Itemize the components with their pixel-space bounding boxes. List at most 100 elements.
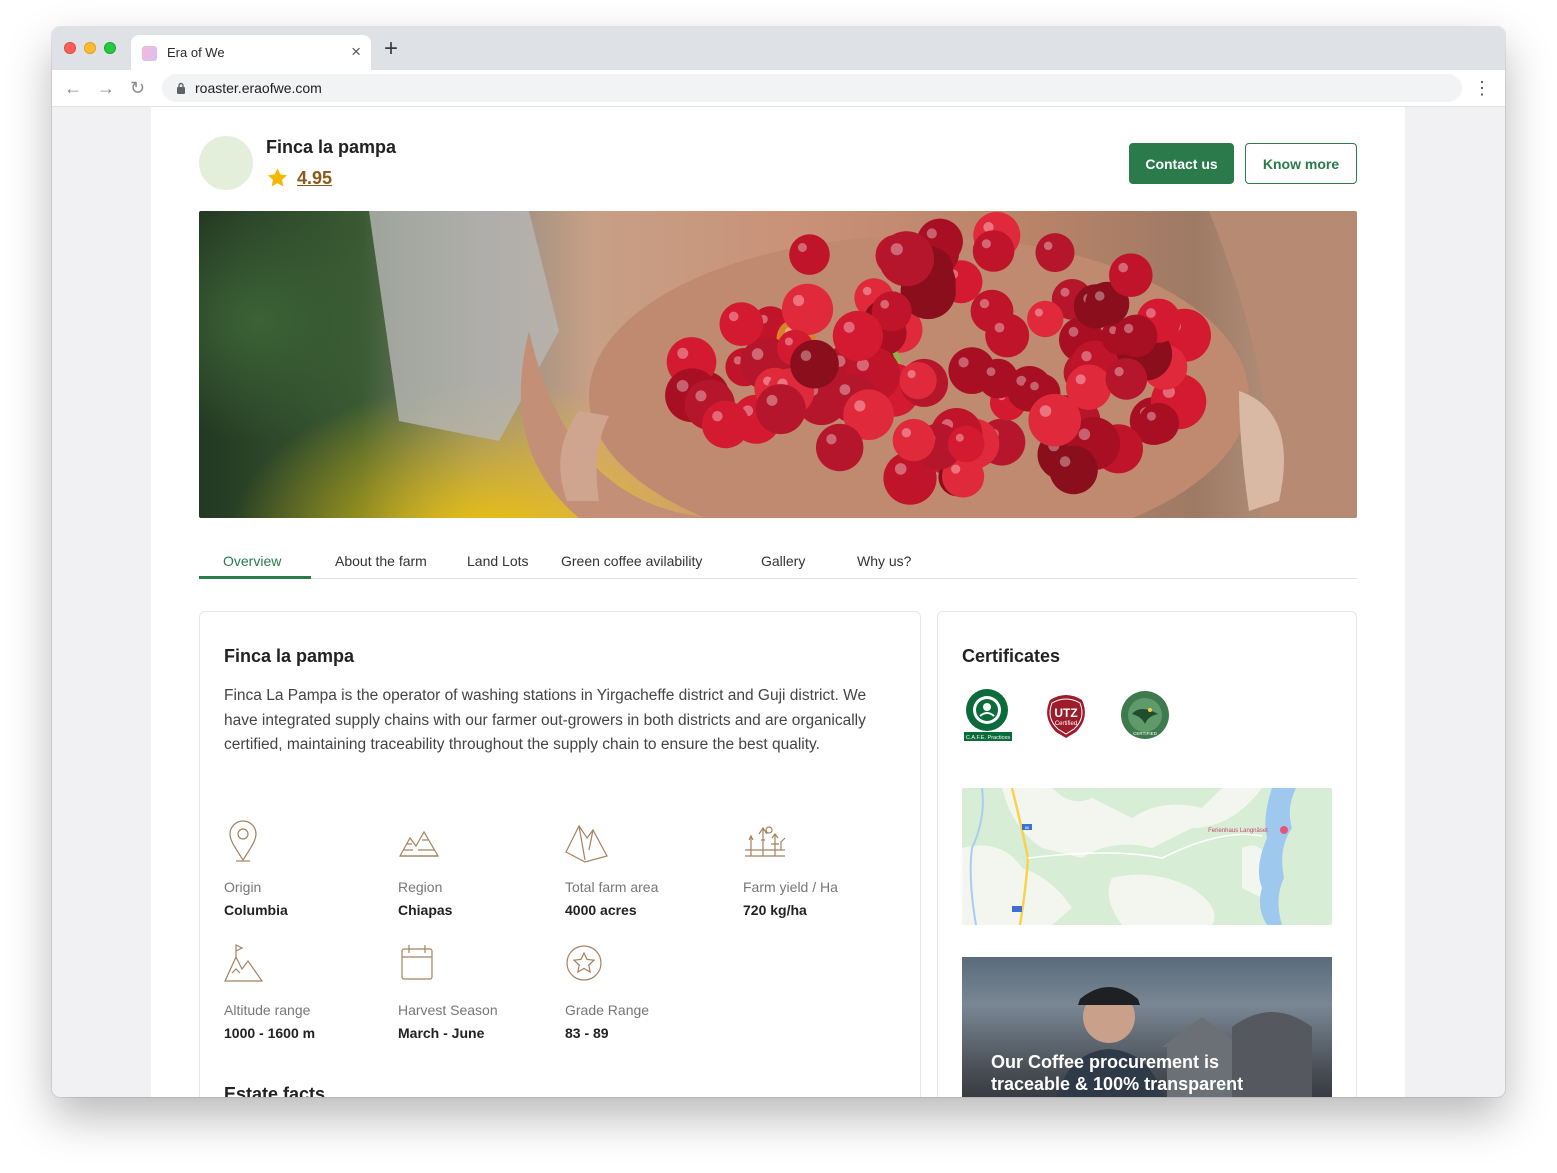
cherry-highlight [793, 294, 805, 307]
fact-altitude-range: Altitude range 1000 - 1600 m [224, 943, 394, 1041]
coffee-cherry [972, 230, 1015, 272]
fact-value: March - June [398, 1025, 485, 1041]
cherry-highlight [797, 243, 807, 252]
tab-title: Era of We [167, 45, 225, 60]
close-tab-icon[interactable]: × [351, 42, 361, 62]
minimize-window-button[interactable] [84, 42, 96, 54]
coffee-cherry [1105, 358, 1148, 400]
close-window-button[interactable] [64, 42, 76, 54]
cert-line1: UTZ [1054, 706, 1077, 720]
cherry-highlight [800, 350, 812, 361]
know-more-button[interactable]: Know more [1245, 143, 1357, 184]
cherry-highlight [695, 390, 707, 402]
cherry-highlight [901, 428, 912, 438]
cherry-highlight [854, 400, 866, 412]
region-icon [398, 830, 440, 857]
fact-origin: Origin Columbia [224, 820, 394, 918]
fact-harvest-season: Harvest Season March - June [398, 943, 568, 1041]
page-content: Finca la pampa 4.95 Contact us Know more… [151, 107, 1405, 1097]
coffee-cherry [892, 418, 935, 462]
cherry-highlight [751, 348, 764, 360]
tab-why-us[interactable]: Why us? [857, 553, 911, 569]
rating: 4.95 [266, 167, 332, 189]
cherry-highlight [784, 337, 793, 346]
cherry-highlight [1059, 456, 1071, 467]
cherry-highlight [907, 370, 916, 379]
hero-image [199, 211, 1357, 518]
fact-label: Region [398, 879, 443, 895]
overview-card: Finca la pampa Finca La Pampa is the ope… [199, 611, 921, 1097]
tab-land-lots[interactable]: Land Lots [467, 553, 529, 569]
tab-green-coffee-availability[interactable]: Green coffee avilability [561, 553, 702, 569]
browser-tab[interactable]: Era of We × [131, 35, 371, 70]
cherry-highlight [926, 228, 937, 239]
cherry-highlight [958, 357, 969, 368]
cherry-highlight [951, 464, 961, 474]
cherry-highlight [1081, 351, 1092, 362]
cherry-highlight [1075, 374, 1086, 385]
map-illustration: 86 Ferienhaus Langnäset [962, 788, 1296, 925]
certificates-title: Certificates [962, 646, 1061, 666]
back-arrow-icon[interactable]: ← [64, 77, 82, 99]
starbucks-cafe-practices-logo: C.A.F.E. Practices [964, 689, 1012, 741]
coffee-cherries [665, 211, 1211, 505]
new-tab-icon[interactable]: + [384, 36, 398, 62]
cherry-highlight [1043, 241, 1053, 251]
cherry-highlight [955, 433, 964, 442]
cherry-highlight [839, 384, 851, 395]
cherry-highlight [862, 286, 872, 296]
browser-window: Era of We × + ← → ↻ roaster.eraofwe.com … [52, 27, 1505, 1097]
active-tab-indicator [199, 576, 311, 579]
address-bar[interactable]: roaster.eraofwe.com [162, 74, 1462, 102]
maximize-window-button[interactable] [104, 42, 116, 54]
farm-name: Finca la pampa [266, 137, 397, 157]
fact-label: Altitude range [224, 1002, 311, 1018]
estate-facts-title: Estate facts [224, 1084, 326, 1097]
browser-toolbar: ← → ↻ roaster.eraofwe.com ⋮ [52, 70, 1505, 107]
promo-text: Our Coffee procurement is traceable & 10… [991, 1051, 1243, 1095]
contact-us-button[interactable]: Contact us [1129, 143, 1234, 184]
cherry-highlight [843, 321, 855, 333]
cherry-highlight [1060, 287, 1070, 297]
cherry-highlight [766, 394, 778, 406]
star-badge-icon [566, 945, 602, 981]
forward-arrow-icon[interactable]: → [97, 77, 115, 99]
coffee-cherry [755, 384, 806, 435]
cherry-highlight [676, 380, 689, 392]
fact-total-farm-area: Total farm area 4000 acres [565, 820, 735, 918]
cherry-highlight [712, 411, 723, 422]
star-icon [268, 168, 287, 187]
rating-value[interactable]: 4.95 [297, 168, 332, 189]
cherry-highlight [1078, 428, 1091, 441]
cherry-highlight [1146, 308, 1156, 318]
reload-icon[interactable]: ↻ [130, 77, 145, 99]
browser-menu-icon[interactable]: ⋮ [1473, 78, 1491, 98]
coffee-cherry [1035, 233, 1075, 273]
cert-caption: C.A.F.E. Practices [966, 735, 1011, 741]
coffee-cherry [1138, 402, 1179, 444]
farm-location-map[interactable]: 86 Ferienhaus Langnäset [962, 788, 1332, 925]
rainforest-alliance-logo: CERTIFIED [1121, 691, 1169, 739]
url-text: roaster.eraofwe.com [195, 80, 322, 96]
coffee-cherry [1049, 445, 1098, 495]
cherry-highlight [979, 298, 990, 309]
cherry-highlight [986, 367, 996, 376]
promo-line-2: traceable & 100% transparent [991, 1074, 1244, 1094]
coffee-cherry [816, 423, 864, 472]
utz-certified-logo: UTZ Certified [1047, 695, 1085, 738]
coffee-cherry [947, 425, 985, 463]
tab-about-the-farm[interactable]: About the farm [335, 553, 427, 569]
coffee-cherry [1028, 393, 1081, 447]
cherry-highlight [1114, 367, 1124, 377]
fact-label: Grade Range [565, 1002, 650, 1018]
cert-caption: CERTIFIED [1133, 731, 1157, 736]
cherry-highlight [880, 299, 890, 309]
tab-gallery[interactable]: Gallery [761, 553, 805, 569]
tab-overview[interactable]: Overview [223, 553, 281, 569]
fact-label: Farm yield / Ha [743, 879, 838, 895]
traceability-promo[interactable]: Our Coffee procurement is traceable & 10… [962, 957, 1332, 1097]
summit-flag-icon [224, 944, 264, 982]
fact-value: 4000 acres [565, 902, 637, 918]
coffee-cherry [719, 302, 764, 346]
coffee-cherry [789, 234, 830, 275]
